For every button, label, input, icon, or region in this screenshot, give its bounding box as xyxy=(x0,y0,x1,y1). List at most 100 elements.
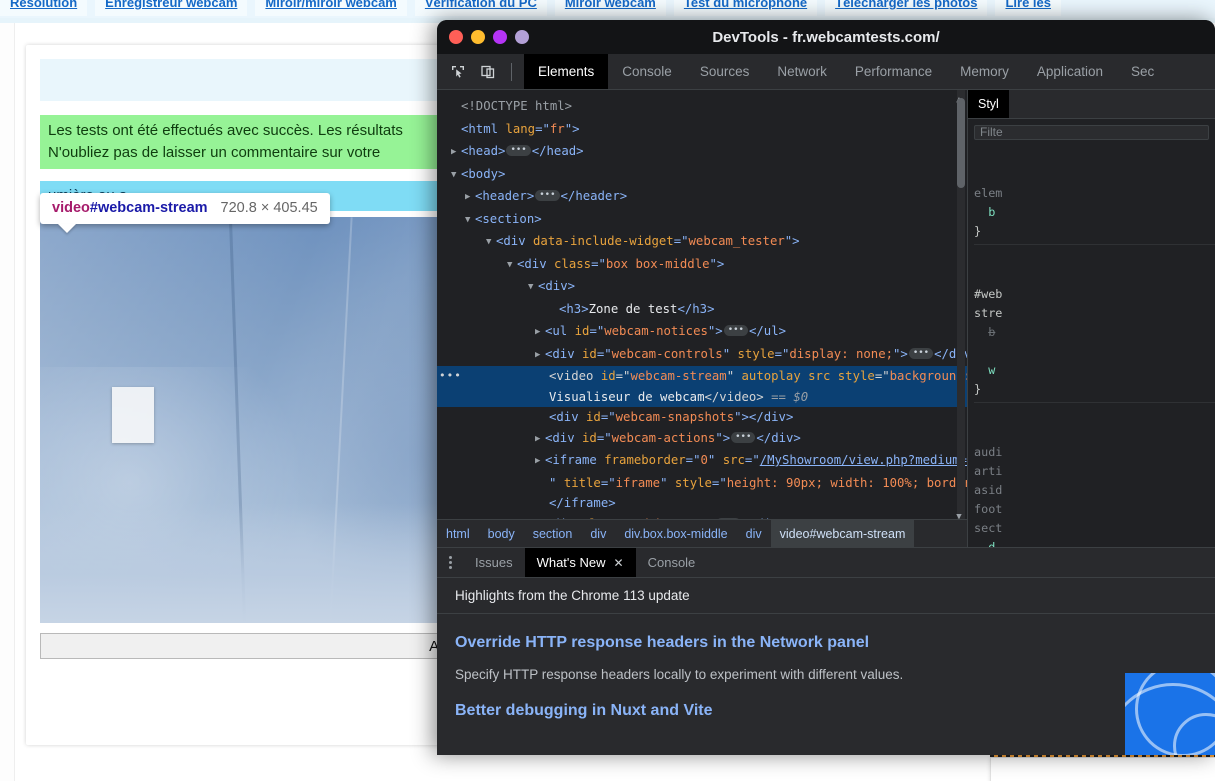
nav-link-label[interactable]: Enregistreur webcam xyxy=(105,0,237,10)
tab-security[interactable]: Sec xyxy=(1117,54,1168,89)
tab-console[interactable]: Console xyxy=(608,54,686,89)
dom-tree[interactable]: ▶<!DOCTYPE html> ▶<html lang="fr"> ▶<hea… xyxy=(437,90,967,519)
tab-performance[interactable]: Performance xyxy=(841,54,946,89)
dom-line-header[interactable]: ▶ <header> ••• </header> xyxy=(437,186,967,209)
dom-line-actions-div[interactable]: ▶ <div id="webcam-actions"> ••• </div> xyxy=(437,428,967,451)
nav-link-label[interactable]: Télécharger les photos xyxy=(835,0,977,10)
toolbar-divider xyxy=(511,62,512,81)
dom-line-adxbanner[interactable]: ▶<div class="adxbanner">•••</div> xyxy=(437,514,967,519)
window-traffic-lights xyxy=(437,30,529,44)
drawer-tab-label: Console xyxy=(647,555,696,570)
dom-line-h3[interactable]: ▶<h3>Zone de test</h3> xyxy=(437,299,967,322)
drawer-tab-label: What's New xyxy=(536,555,606,570)
dom-line-box-div[interactable]: ▼ <div class="box box-middle"> xyxy=(437,254,967,277)
tab-sources[interactable]: Sources xyxy=(686,54,764,89)
whats-new-item-2: Better debugging in Nuxt and Vite xyxy=(437,682,1215,720)
tab-elements[interactable]: Elements xyxy=(524,54,609,89)
inspector-tooltip: video#webcam-stream 720.8 × 405.45 xyxy=(40,193,330,224)
styles-tabbar: Styl xyxy=(968,90,1215,119)
css-rule-element-style[interactable]: elem b } xyxy=(974,182,1215,245)
devtools-tabbar: Elements Console Sources Network Perform… xyxy=(437,54,1215,90)
nav-link-6[interactable]: Télécharger les photos xyxy=(825,0,988,16)
close-icon[interactable]: ✕ xyxy=(614,556,624,570)
nav-link-label[interactable]: Vérification du PC xyxy=(425,0,537,10)
styles-filter-input[interactable]: Filte xyxy=(974,125,1209,140)
styles-panel: Styl Filte elem b } #web stre b w } audi… xyxy=(967,90,1215,547)
drawer-tab-whats-new[interactable]: What's New ✕ xyxy=(524,548,636,577)
css-rule-webcam-stream[interactable]: #web stre b w } xyxy=(974,283,1215,403)
dom-breadcrumb: html body section div div.box.box-middle… xyxy=(437,519,967,547)
dom-line-iframe[interactable]: ▶ <iframe frameborder="0" src="/MyShowroo… xyxy=(437,450,967,473)
dom-line-inner-div[interactable]: ▼ <div> xyxy=(437,276,967,299)
close-window-icon[interactable] xyxy=(449,30,463,44)
devtools-main: ▶<!DOCTYPE html> ▶<html lang="fr"> ▶<hea… xyxy=(437,90,1215,547)
dom-line-notices-ul[interactable]: ▶ <ul id="webcam-notices"> ••• </ul> xyxy=(437,321,967,344)
drawer-tab-issues[interactable]: Issues xyxy=(463,548,525,577)
dom-line-widget-div[interactable]: ▼ <div data-include-widget="webcam_tester… xyxy=(437,231,967,254)
inspector-element-id: #webcam-stream xyxy=(89,200,208,216)
breadcrumb-section[interactable]: section xyxy=(524,520,582,547)
tab-memory[interactable]: Memory xyxy=(946,54,1023,89)
nav-link-label[interactable]: Miroir webcam xyxy=(565,0,656,10)
nav-link-label[interactable]: Lire les xyxy=(1005,0,1051,10)
css-rules-list[interactable]: elem b } #web stre b w } audi arti asid … xyxy=(968,144,1215,547)
tab-application[interactable]: Application xyxy=(1023,54,1117,89)
nav-link-5[interactable]: Test du microphone xyxy=(673,0,818,16)
devtools-drawer: Issues What's New ✕ Console Highlights fr… xyxy=(437,547,1215,755)
selected-node-menu-icon[interactable]: ••• xyxy=(439,366,462,387)
dom-line-iframe-close[interactable]: </iframe> xyxy=(437,493,967,514)
minimize-window-icon[interactable] xyxy=(471,30,485,44)
dom-line-body[interactable]: ▼ <body> xyxy=(437,164,967,187)
tab-network[interactable]: Network xyxy=(763,54,841,89)
drawer-tab-console[interactable]: Console xyxy=(636,548,708,577)
dom-line-snapshots-div[interactable]: <div id="webcam-snapshots"></div> xyxy=(437,407,967,428)
devtools-titlebar[interactable]: DevTools - fr.webcamtests.com/ xyxy=(437,20,1215,54)
whats-new-heading: Highlights from the Chrome 113 update xyxy=(437,578,1215,614)
dom-tree-scrollbar-thumb[interactable] xyxy=(957,98,965,188)
breadcrumb-div-1[interactable]: div xyxy=(581,520,615,547)
page-left-gutter xyxy=(0,23,15,781)
breadcrumb-body[interactable]: body xyxy=(479,520,524,547)
dom-line-controls-div[interactable]: ▶ <div id="webcam-controls" style="displa… xyxy=(437,344,967,367)
nav-link-0[interactable]: Résolution xyxy=(0,0,88,16)
css-rule-html5-elements[interactable]: audi arti asid foot sect d } xyxy=(974,441,1215,547)
dom-line-doctype[interactable]: ▶<!DOCTYPE html> xyxy=(437,96,967,119)
drawer-more-options-icon[interactable] xyxy=(437,548,463,577)
dom-line-html[interactable]: ▶<html lang="fr"> xyxy=(437,119,967,142)
dom-line-head[interactable]: ▶ <head> ••• </head> xyxy=(437,141,967,164)
iframe-src-link[interactable]: /MyShowroom/view.php?medium=noslot&size=… xyxy=(760,453,967,467)
maximize-window-icon[interactable] xyxy=(493,30,507,44)
whats-new-content[interactable]: Highlights from the Chrome 113 update Ov… xyxy=(437,578,1215,755)
breadcrumb-html[interactable]: html xyxy=(437,520,479,547)
drawer-tab-label: Issues xyxy=(475,555,513,570)
tab-styles[interactable]: Styl xyxy=(968,90,1009,118)
devtools-toolbar-icons xyxy=(437,54,524,89)
device-toolbar-icon[interactable] xyxy=(475,60,501,84)
dom-line-section[interactable]: ▼ <section> xyxy=(437,209,967,232)
nav-link-label[interactable]: Miroir/miroir webcam xyxy=(265,0,396,10)
breadcrumb-div-box[interactable]: div.box.box-middle xyxy=(615,520,736,547)
whats-new-item-1: Override HTTP response headers in the Ne… xyxy=(437,614,1215,682)
dom-line-video-text[interactable]: Visualiseur de webcam</video> == $0 xyxy=(437,386,967,407)
nav-link-7[interactable]: Lire les xyxy=(995,0,1061,16)
nav-link-label[interactable]: Test du microphone xyxy=(684,0,807,10)
whats-new-item-title[interactable]: Better debugging in Nuxt and Vite xyxy=(455,682,1197,720)
screen-root: Résolution Enregistreur webcam Miroir/mi… xyxy=(0,0,1215,781)
nav-link-2[interactable]: Miroir/miroir webcam xyxy=(255,0,407,16)
site-nav-bar: Résolution Enregistreur webcam Miroir/mi… xyxy=(0,0,1215,20)
inspect-element-icon[interactable] xyxy=(445,60,471,84)
whats-new-item-title[interactable]: Override HTTP response headers in the Ne… xyxy=(455,614,1197,652)
devtools-window-title: DevTools - fr.webcamtests.com/ xyxy=(712,28,940,46)
nav-link-label[interactable]: Résolution xyxy=(10,0,77,10)
dom-line-iframe-cont[interactable]: " title="iframe" style="height: 90px; wi… xyxy=(437,473,967,494)
dom-line-video-selected[interactable]: ••• <video id="webcam-stream" autoplay sr… xyxy=(437,366,967,387)
devtools-panel-tabs: Elements Console Sources Network Perform… xyxy=(524,54,1168,89)
nav-link-4[interactable]: Miroir webcam xyxy=(554,0,666,16)
breadcrumb-video[interactable]: video#webcam-stream xyxy=(770,520,915,547)
video-paper-sheet xyxy=(112,387,154,443)
scroll-down-arrow-icon[interactable]: ▼ xyxy=(953,507,965,519)
breadcrumb-div-2[interactable]: div xyxy=(737,520,771,547)
nav-link-3[interactable]: Vérification du PC xyxy=(414,0,547,16)
nav-link-1[interactable]: Enregistreur webcam xyxy=(95,0,248,16)
extra-window-icon[interactable] xyxy=(515,30,529,44)
